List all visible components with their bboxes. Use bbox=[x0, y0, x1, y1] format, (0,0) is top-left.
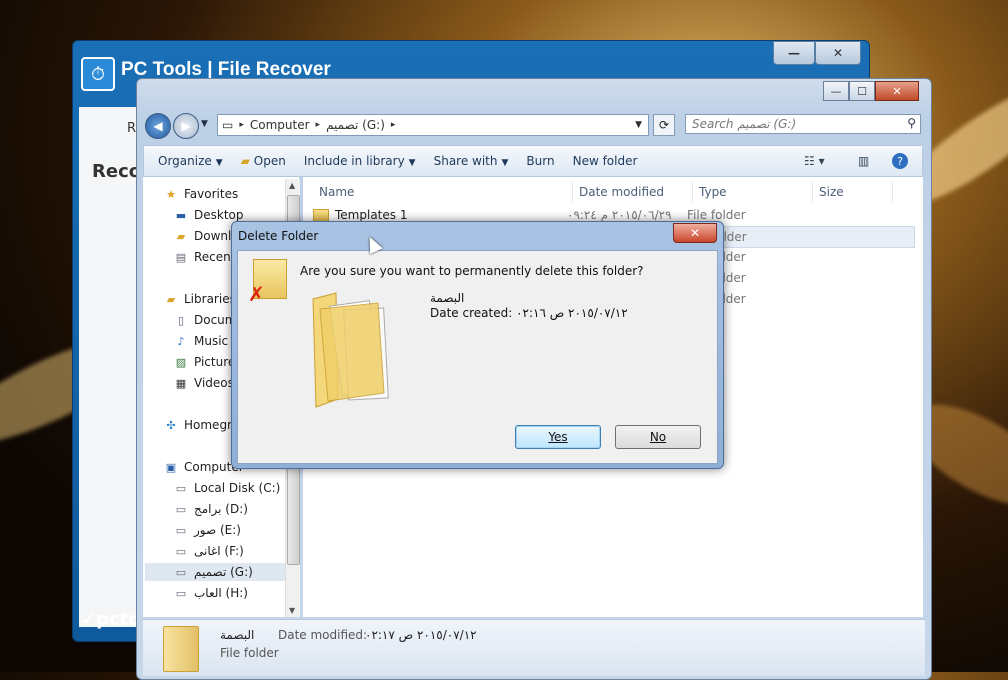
homegroup-icon: ✣ bbox=[166, 418, 176, 432]
dialog-question: Are you sure you want to permanently del… bbox=[300, 264, 644, 278]
delete-folder-dialog: Delete Folder ✕ ✗ Are you sure you want … bbox=[231, 221, 724, 469]
breadcrumb-computer[interactable]: Computer bbox=[250, 118, 310, 132]
drive-icon: ▭ bbox=[222, 118, 234, 132]
help-icon[interactable]: ? bbox=[892, 153, 908, 169]
address-dropdown-icon[interactable]: ▼ bbox=[635, 120, 642, 130]
pctools-side-heading: Reco bbox=[92, 161, 142, 182]
column-header-type[interactable]: Type bbox=[693, 181, 813, 203]
close-button[interactable]: ✕ bbox=[815, 41, 861, 65]
address-bar[interactable]: ▭ ▸ Computer ▸ تصميم (G:) ▸ ▼ bbox=[217, 114, 649, 136]
drive-icon: ▭ bbox=[175, 523, 187, 537]
chevron-down-icon: ▼ bbox=[501, 158, 509, 168]
refresh-button[interactable]: ⟳ bbox=[653, 114, 675, 136]
recent-pages-dropdown-icon[interactable]: ▼ bbox=[201, 119, 208, 129]
minimize-button[interactable]: — bbox=[773, 41, 815, 65]
pctools-logo-icon: ⏱ bbox=[81, 57, 115, 91]
search-input[interactable]: Search تصميم (G:) ⚲ bbox=[685, 114, 921, 134]
local-disk-icon: ▭ bbox=[175, 481, 187, 495]
no-button[interactable]: No bbox=[615, 425, 701, 449]
nav-drive-g[interactable]: ▭ تصميم (G:) bbox=[145, 563, 285, 581]
yes-button[interactable]: Yes bbox=[515, 425, 601, 449]
details-pane: البصمة File folder Date modified: ٢٠١٥/٠… bbox=[143, 619, 925, 676]
folder-preview-icon bbox=[312, 292, 389, 408]
details-file-type: File folder bbox=[220, 646, 279, 660]
details-date-value: ٢٠١٥/٠٧/١٢ ص ٠٢:١٧ bbox=[365, 628, 477, 642]
dialog-body: ✗ Are you sure you want to permanently d… bbox=[237, 250, 718, 464]
downloads-icon: ▰ bbox=[176, 229, 186, 243]
burn-button[interactable]: Burn bbox=[526, 154, 554, 168]
view-options-icon[interactable]: ☷ ▾ bbox=[804, 154, 825, 168]
drive-icon: ▭ bbox=[175, 586, 187, 600]
new-folder-button[interactable]: New folder bbox=[573, 154, 638, 168]
dialog-title: Delete Folder bbox=[238, 229, 319, 243]
folder-icon bbox=[313, 208, 329, 222]
recent-places-icon: ▤ bbox=[175, 250, 187, 264]
pctools-footer-logo: ✓pcto bbox=[81, 609, 141, 630]
dialog-date-created: Date created: ٢٠١٥/٠٧/١٢ ص ٠٢:١٦ bbox=[430, 306, 628, 320]
forward-button[interactable]: ▶ bbox=[173, 113, 199, 139]
pictures-icon: ▨ bbox=[175, 355, 187, 369]
maximize-button[interactable]: ☐ bbox=[849, 81, 875, 101]
details-date-label: Date modified: bbox=[278, 628, 368, 642]
folder-icon bbox=[163, 626, 199, 672]
scroll-up-icon[interactable]: ▲ bbox=[289, 181, 295, 190]
nav-libraries[interactable]: ▰ Libraries bbox=[163, 290, 236, 308]
nav-favorites[interactable]: ★ Favorites bbox=[163, 185, 238, 203]
column-header-name[interactable]: Name bbox=[313, 181, 573, 203]
breadcrumb-separator-icon: ▸ bbox=[315, 120, 321, 130]
details-file-name: البصمة bbox=[220, 628, 255, 642]
column-header-size[interactable]: Size bbox=[813, 181, 893, 203]
drive-icon: ▭ bbox=[175, 544, 187, 558]
nav-drive-d[interactable]: ▭ برامج (D:) bbox=[173, 500, 248, 518]
nav-drive-c[interactable]: ▭ Local Disk (C:) bbox=[173, 479, 281, 497]
close-button[interactable]: ✕ bbox=[875, 81, 919, 101]
scroll-down-icon[interactable]: ▼ bbox=[289, 606, 295, 615]
libraries-icon: ▰ bbox=[166, 292, 176, 306]
navigation-bar: ◀ ▶ ▼ ▭ ▸ Computer ▸ تصميم (G:) ▸ ▼ ⟳ Se… bbox=[143, 111, 925, 139]
search-icon[interactable]: ⚲ bbox=[907, 116, 916, 130]
breadcrumb-separator-icon: ▸ bbox=[239, 120, 244, 130]
dialog-close-button[interactable]: ✕ bbox=[673, 223, 717, 243]
nav-drive-f[interactable]: ▭ اغانى (F:) bbox=[173, 542, 244, 560]
breadcrumb-separator-icon: ▸ bbox=[390, 120, 396, 130]
share-with-button[interactable]: Share with ▼ bbox=[434, 154, 509, 168]
preview-pane-icon[interactable]: ▥ bbox=[858, 154, 869, 168]
nav-drive-e[interactable]: ▭ صور (E:) bbox=[173, 521, 241, 539]
organize-button[interactable]: Organize ▼ bbox=[158, 154, 223, 168]
chevron-down-icon: ▼ bbox=[215, 158, 223, 168]
drive-icon: ▭ bbox=[175, 565, 187, 579]
chevron-down-icon: ▼ bbox=[408, 158, 416, 168]
nav-drive-h[interactable]: ▭ العاب (H:) bbox=[173, 584, 248, 602]
computer-icon: ▣ bbox=[165, 460, 177, 474]
dialog-folder-name: البصمة bbox=[430, 291, 465, 305]
music-icon: ♪ bbox=[177, 334, 185, 348]
column-header-date-modified[interactable]: Date modified bbox=[573, 181, 693, 203]
documents-icon: ▯ bbox=[177, 313, 185, 327]
desktop-icon: ▬ bbox=[175, 208, 187, 222]
minimize-button[interactable]: — bbox=[823, 81, 849, 101]
include-in-library-button[interactable]: Include in library ▼ bbox=[304, 154, 416, 168]
drive-icon: ▭ bbox=[175, 502, 187, 516]
pctools-side-letter: R bbox=[127, 121, 137, 136]
delete-folder-icon: ✗ bbox=[248, 259, 287, 306]
folder-open-icon: ▰ bbox=[240, 154, 250, 168]
open-button[interactable]: ▰ Open bbox=[241, 154, 286, 168]
breadcrumb-drive-g[interactable]: تصميم (G:) bbox=[326, 118, 385, 132]
star-icon: ★ bbox=[166, 187, 176, 201]
command-bar: Organize ▼ ▰ Open Include in library ▼ Sha… bbox=[143, 145, 923, 177]
videos-icon: ▦ bbox=[175, 376, 187, 390]
back-button[interactable]: ◀ bbox=[145, 113, 171, 139]
